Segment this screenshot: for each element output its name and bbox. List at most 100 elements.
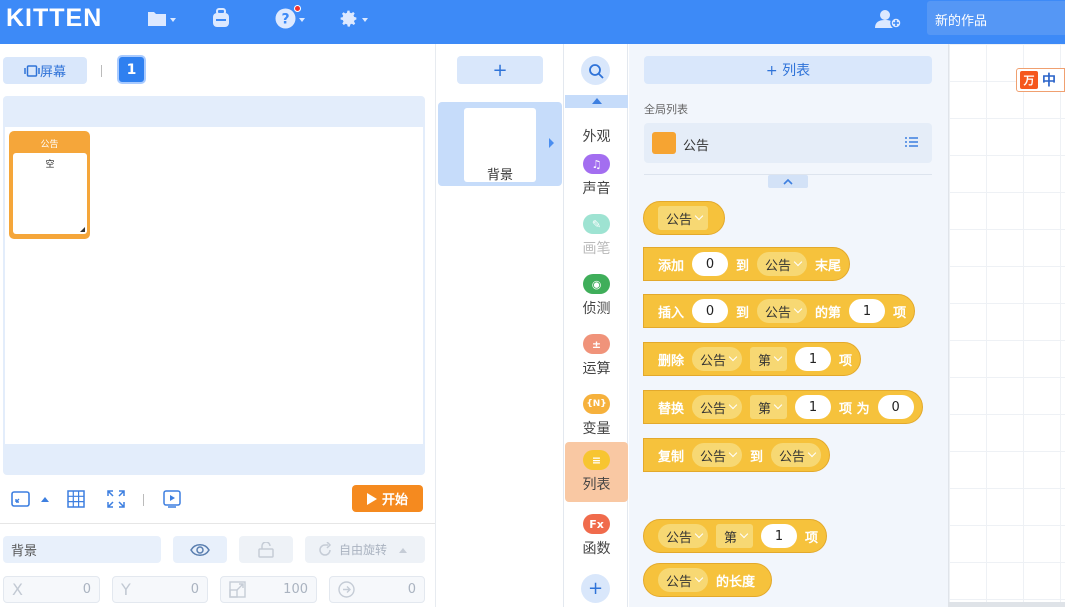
global-lists-heading: 全局列表 — [644, 103, 688, 116]
block-palette: + 列表 全局列表 公告 公告 添加 0 到 公告 末尾 插入 0 到 公告 的… — [629, 44, 948, 607]
list-dropdown[interactable]: 公告 — [757, 252, 808, 276]
resize-handle[interactable] — [80, 227, 85, 232]
category-functions[interactable]: Fx 函数 — [565, 506, 628, 566]
block-insert-into-list[interactable]: 插入 0 到 公告 的第 1 项 — [643, 294, 916, 328]
index-input[interactable]: 1 — [849, 299, 886, 323]
value-input[interactable]: 0 — [692, 299, 729, 323]
svg-text:?: ? — [281, 11, 289, 27]
block-list-length[interactable]: 公告 的长度 — [643, 563, 773, 597]
block-add-to-list[interactable]: 添加 0 到 公告 末尾 — [643, 247, 851, 281]
block-list-item[interactable]: 公告 第 1 项 — [643, 519, 828, 553]
target-list-dropdown[interactable]: 公告 — [771, 443, 822, 467]
help-menu[interactable]: ? — [275, 5, 305, 29]
settings-menu[interactable] — [338, 7, 368, 29]
block-copy-list[interactable]: 复制 公告 到 公告 — [643, 438, 831, 472]
play-screen-icon — [163, 490, 181, 508]
block-text: 替换 — [658, 401, 685, 417]
function-icon: Fx — [583, 514, 610, 534]
list-dropdown[interactable]: 公告 — [658, 568, 709, 592]
index-input[interactable]: 1 — [795, 347, 832, 371]
list-dropdown[interactable]: 公告 — [692, 443, 743, 467]
list-monitor-title: 公告 — [40, 140, 59, 150]
rotation-mode-dropdown[interactable]: 自由旋转 — [305, 536, 425, 563]
list-monitor-body: 空 — [13, 153, 87, 234]
stage-canvas[interactable]: 公告 空 — [5, 127, 423, 444]
scale-icon — [229, 581, 246, 598]
category-label: 运算 — [582, 361, 611, 377]
list-monitor-empty: 空 — [45, 160, 55, 170]
add-user-button[interactable] — [875, 8, 902, 30]
index-mode-dropdown[interactable]: 第 — [750, 395, 788, 419]
value-input[interactable]: 0 — [877, 395, 914, 419]
ime-indicator[interactable]: 万 中 — [1016, 68, 1065, 92]
page-number-button[interactable]: 1 — [117, 55, 146, 84]
list-menu-icon[interactable] — [905, 136, 918, 148]
folder-icon — [148, 11, 166, 26]
y-position-field[interactable]: Y 0 — [112, 576, 208, 603]
index-input[interactable]: 1 — [795, 395, 832, 419]
index-mode-dropdown[interactable]: 第 — [716, 524, 754, 548]
fullscreen-button[interactable] — [105, 488, 127, 510]
backpack-button[interactable] — [211, 7, 231, 29]
chevron-right-icon[interactable] — [549, 138, 554, 148]
sprite-card-label: 背景 — [486, 168, 513, 183]
block-text: 删除 — [658, 353, 685, 369]
list-icon: ≡ — [583, 450, 610, 470]
index-mode-dropdown[interactable]: 第 — [750, 347, 788, 371]
category-lists[interactable]: ≡ 列表 — [565, 442, 628, 502]
start-label: 开始 — [381, 493, 408, 508]
file-menu[interactable] — [147, 7, 176, 29]
screen-button[interactable]: 屏幕 — [3, 57, 87, 84]
block-text: 末尾 — [815, 258, 842, 274]
x-position-field[interactable]: X 0 — [3, 576, 100, 603]
code-workspace[interactable] — [948, 44, 1065, 607]
add-list-button[interactable]: + 列表 — [644, 56, 932, 84]
list-dropdown[interactable]: 公告 — [658, 524, 709, 548]
sprite-name-field[interactable]: 背景 — [3, 536, 161, 563]
block-text: 项 — [893, 305, 907, 321]
list-dropdown[interactable]: 公告 — [692, 395, 743, 419]
block-list-reporter[interactable]: 公告 — [643, 201, 726, 235]
block-delete-from-list[interactable]: 删除 公告 第 1 项 — [643, 342, 862, 376]
workspace-scrollbar[interactable] — [948, 602, 1065, 607]
y-label: Y — [121, 580, 131, 599]
scale-field[interactable]: 100 — [220, 576, 317, 603]
sprite-card[interactable]: 背景 — [438, 102, 562, 186]
kitten-editor: KITTEN ? 新的作品 屏幕 1 公告 空 开始 背景 自由旋转 X 0 Y… — [0, 0, 1065, 607]
add-sprite-button[interactable]: + — [457, 56, 543, 84]
block-search-button[interactable] — [581, 56, 610, 85]
list-dropdown[interactable]: 公告 — [692, 347, 743, 371]
category-sensing[interactable]: ◉ 侦测 — [565, 266, 628, 326]
start-button[interactable]: 开始 — [352, 485, 423, 512]
stage-size-button[interactable] — [9, 488, 31, 510]
project-title-input[interactable]: 新的作品 — [927, 1, 1065, 35]
direction-field[interactable]: 0 — [329, 576, 425, 603]
stage-size-dropdown[interactable] — [34, 488, 56, 510]
lock-toggle[interactable] — [239, 536, 293, 563]
category-sound[interactable]: ♫ 声音 — [565, 146, 628, 206]
ime-mode: 中 — [1042, 73, 1056, 89]
visibility-toggle[interactable] — [173, 536, 227, 563]
gear-icon — [340, 10, 357, 27]
list-monitor[interactable]: 公告 空 — [9, 131, 90, 239]
block-text: 项 — [839, 353, 853, 369]
block-text: 到 — [736, 305, 750, 321]
category-label: 变量 — [582, 421, 611, 437]
value-input[interactable]: 0 — [692, 252, 729, 276]
category-pen[interactable]: ✎ 画笔 — [565, 206, 628, 266]
direction-icon — [338, 581, 355, 598]
category-operators[interactable]: ± 运算 — [565, 326, 628, 386]
index-input[interactable]: 1 — [761, 524, 798, 548]
grid-toggle[interactable] — [65, 488, 87, 510]
list-name: 公告 — [683, 139, 710, 154]
list-item[interactable]: 公告 — [644, 123, 932, 163]
player-button[interactable] — [161, 488, 183, 510]
collapse-button[interactable] — [768, 175, 808, 188]
add-extension-button[interactable]: + — [581, 574, 610, 603]
category-label: 列表 — [582, 477, 611, 493]
list-dropdown[interactable]: 公告 — [757, 299, 808, 323]
block-replace-in-list[interactable]: 替换 公告 第 1 项 为 0 — [643, 390, 923, 424]
category-variables[interactable]: {N} 变量 — [565, 386, 628, 446]
search-icon — [588, 63, 604, 79]
list-dropdown[interactable]: 公告 — [658, 206, 709, 230]
